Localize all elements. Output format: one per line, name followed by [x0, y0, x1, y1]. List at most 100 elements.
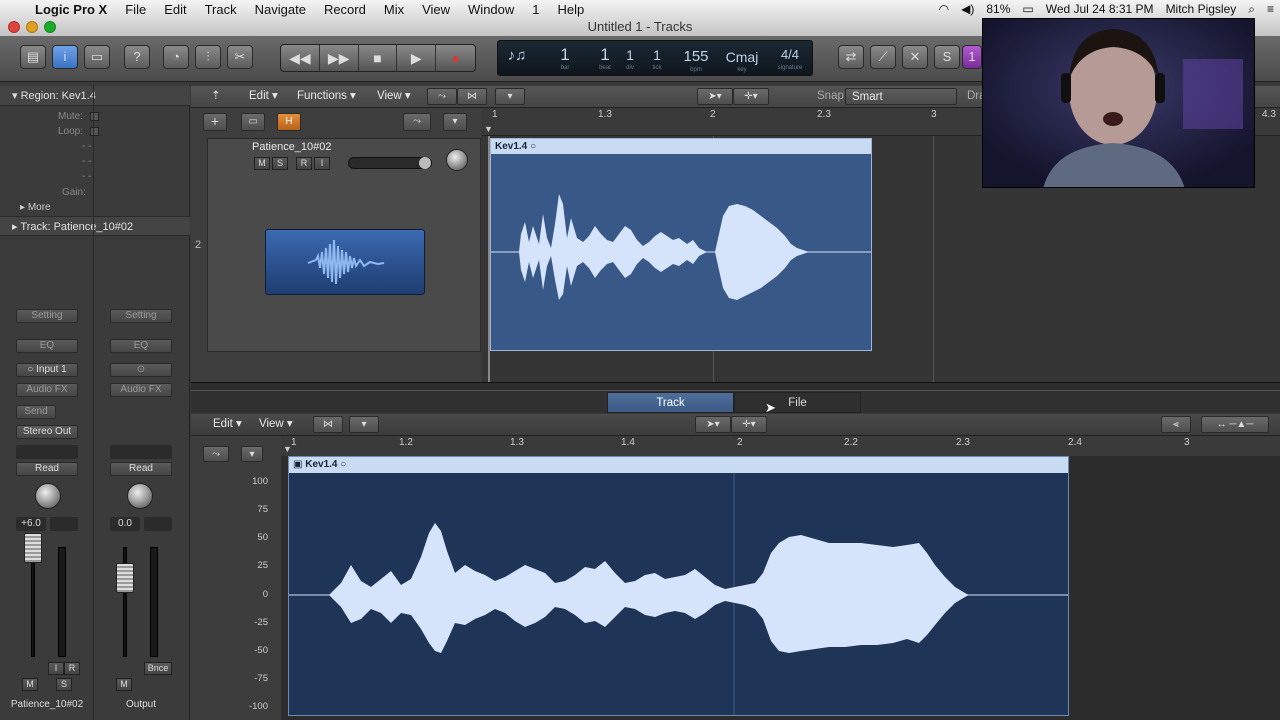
menu-view[interactable]: View: [413, 2, 459, 17]
output-slot[interactable]: Stereo Out: [16, 425, 78, 439]
rewind-icon[interactable]: ◀◀: [281, 45, 320, 71]
filter-icon[interactable]: ▾: [495, 88, 525, 105]
menu-record[interactable]: Record: [315, 2, 375, 17]
add-track-icon[interactable]: +: [203, 113, 227, 131]
setting-button[interactable]: Setting: [16, 309, 78, 323]
lcd-key[interactable]: Cmaj: [722, 47, 762, 67]
clock[interactable]: Wed Jul 24 8:31 PM: [1046, 2, 1154, 16]
app-menu[interactable]: Logic Pro X: [26, 2, 116, 17]
mute-button[interactable]: M: [116, 678, 132, 691]
editor-collapse-icon[interactable]: ▾: [241, 446, 263, 462]
flex-icon[interactable]: ⋈: [457, 88, 487, 105]
link-slot[interactable]: ⊙: [110, 363, 172, 377]
editor-ruler[interactable]: 1 1.2 1.3 1.4 2 2.2 2.3 2.4 3 ▼: [281, 436, 1280, 456]
region-header[interactable]: Kev1.4 ○: [491, 139, 871, 154]
track-solo-button[interactable]: S: [272, 157, 288, 170]
lcd-tempo[interactable]: 155: [678, 47, 714, 67]
pane-divider[interactable]: [191, 382, 1280, 391]
tab-track[interactable]: Track: [607, 392, 734, 413]
send-slot[interactable]: Send: [16, 405, 56, 419]
filter-icon[interactable]: ▾: [349, 416, 379, 433]
hide-icon[interactable]: H: [277, 113, 301, 131]
eq-button[interactable]: EQ: [110, 339, 172, 353]
editor-playhead-marker-icon[interactable]: ▼: [283, 444, 292, 454]
pointer-tool-icon[interactable]: ➤▾: [697, 88, 733, 105]
horizontal-zoom-slider[interactable]: ↔ ─▲─: [1201, 416, 1269, 433]
forward-icon[interactable]: ▶▶: [320, 45, 359, 71]
editor-edit-menu[interactable]: Edit ▾: [207, 416, 248, 433]
stop-icon[interactable]: ■: [359, 45, 398, 71]
editor-view-menu[interactable]: View ▾: [253, 416, 299, 433]
mute-button[interactable]: M: [22, 678, 38, 691]
lcd-signature[interactable]: 4/4: [772, 45, 808, 65]
cycle-icon[interactable]: ⇄: [838, 45, 864, 69]
crosshair-tool-icon[interactable]: ✛▾: [731, 416, 767, 433]
functions-menu[interactable]: Functions ▾: [291, 88, 362, 105]
wifi-icon[interactable]: ◠: [939, 2, 949, 16]
menu-1[interactable]: 1: [523, 2, 548, 17]
track-mute-button[interactable]: M: [254, 157, 270, 170]
track-name[interactable]: Patience_10#02: [252, 141, 332, 153]
close-icon[interactable]: [8, 21, 20, 33]
automation-mode[interactable]: Read: [110, 462, 172, 476]
notification-icon[interactable]: ≡: [1267, 2, 1274, 16]
play-icon[interactable]: ▶: [397, 45, 437, 71]
editor-catch-icon[interactable]: ⤳: [203, 446, 229, 462]
volume-icon[interactable]: ◀): [961, 2, 974, 16]
volume-fader[interactable]: [24, 533, 42, 563]
audio-fx-slot[interactable]: Audio FX: [110, 383, 172, 397]
pan-knob[interactable]: [35, 483, 61, 509]
pan-knob[interactable]: [127, 483, 153, 509]
pointer-tool-icon[interactable]: ➤▾: [695, 416, 731, 433]
editor-region-header[interactable]: ▣ Kev1.4 ○: [289, 457, 1068, 473]
battery-percent[interactable]: 81%: [986, 2, 1010, 16]
audio-region[interactable]: Kev1.4 ○: [490, 138, 872, 351]
group-slot[interactable]: [16, 445, 78, 459]
track-header[interactable]: Patience_10#02 M S R I: [207, 138, 481, 352]
spotlight-icon[interactable]: ⌕: [1248, 2, 1255, 17]
flex-icon[interactable]: ⋈: [313, 416, 343, 433]
menu-window[interactable]: Window: [459, 2, 523, 17]
edit-menu[interactable]: Edit ▾: [243, 88, 284, 105]
count-in-icon[interactable]: 1: [962, 45, 982, 69]
catch-icon[interactable]: ⤳: [427, 88, 457, 105]
user-name[interactable]: Mitch Pigsley: [1166, 2, 1237, 16]
replace-icon[interactable]: ✕: [902, 45, 928, 69]
lcd-display[interactable]: ♪♫ 1 bar 1 beat 1 div 1 tick 155 bpm Cmaj key …: [497, 40, 813, 76]
crosshair-tool-icon[interactable]: ✛▾: [733, 88, 769, 105]
menu-track[interactable]: Track: [196, 2, 246, 17]
view-menu[interactable]: View ▾: [371, 88, 417, 105]
collapse-icon[interactable]: ▾: [443, 113, 467, 131]
record-enable-button[interactable]: R: [64, 662, 80, 675]
editor-audio-region[interactable]: ▣ Kev1.4 ○: [288, 456, 1069, 716]
inspector-icon[interactable]: i: [52, 45, 78, 69]
automation-mode[interactable]: Read: [16, 462, 78, 476]
solo-button[interactable]: S: [56, 678, 72, 691]
waveform-zoom-icon[interactable]: ⫷: [1161, 416, 1191, 433]
back-icon[interactable]: ⇡: [205, 88, 227, 105]
eq-button[interactable]: EQ: [16, 339, 78, 353]
editors-icon[interactable]: ✂: [227, 45, 253, 69]
library-icon[interactable]: ▤: [20, 45, 46, 69]
playhead-marker-icon[interactable]: ▼: [484, 124, 493, 134]
menu-file[interactable]: File: [116, 2, 155, 17]
battery-icon[interactable]: ▭: [1022, 2, 1033, 16]
group-slot[interactable]: [110, 445, 172, 459]
minimize-icon[interactable]: [26, 21, 38, 33]
menu-navigate[interactable]: Navigate: [246, 2, 315, 17]
smart-controls-icon[interactable]: ◔: [163, 45, 189, 69]
bounce-button[interactable]: Bnce: [144, 662, 172, 675]
menu-mix[interactable]: Mix: [375, 2, 413, 17]
metronome-icon[interactable]: ♪♫: [502, 47, 532, 64]
tab-file[interactable]: File: [734, 392, 861, 413]
record-icon[interactable]: ●: [436, 45, 475, 71]
track-input-monitor-button[interactable]: I: [314, 157, 330, 170]
track-volume-handle[interactable]: [419, 157, 431, 169]
input-slot[interactable]: ○ Input 1: [16, 363, 78, 377]
help-icon[interactable]: ?: [124, 45, 150, 69]
track-volume-slider[interactable]: [348, 157, 432, 169]
volume-readout[interactable]: +6.0: [16, 517, 46, 531]
input-monitor-button[interactable]: I: [48, 662, 64, 675]
track-record-button[interactable]: R: [296, 157, 312, 170]
automation-icon[interactable]: ⤳: [403, 113, 431, 131]
